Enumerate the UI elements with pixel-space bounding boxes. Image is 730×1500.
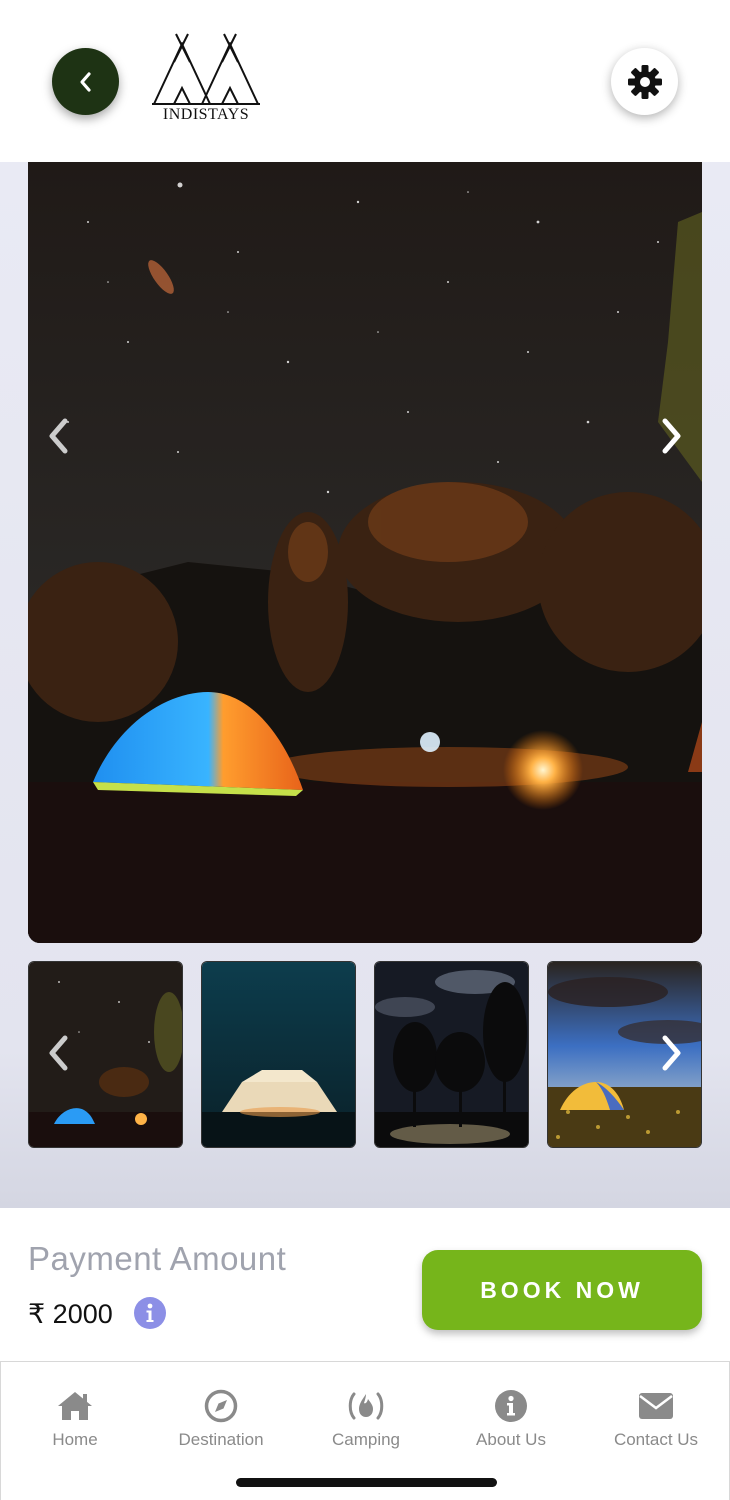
tab-contact-us-label: Contact Us — [613, 1430, 699, 1449]
thumbnail-strip — [28, 961, 702, 1148]
app-header: INDISTAYS — [0, 0, 730, 162]
info-icon — [146, 1303, 154, 1322]
tab-home-label: Home — [52, 1430, 98, 1449]
image-gallery — [0, 162, 730, 1208]
thumbnail-3[interactable] — [374, 961, 529, 1148]
chevron-left-icon — [49, 418, 68, 454]
bottom-tab-bar: Home Destination Camping About Us Contac… — [0, 1361, 730, 1500]
gallery-prev-button[interactable] — [44, 416, 74, 456]
tab-destination-label: Destination — [178, 1430, 264, 1449]
main-photo — [28, 162, 702, 943]
tab-camping[interactable]: Camping — [293, 1362, 439, 1462]
payment-amount: ₹ 2000 — [28, 1299, 113, 1329]
chevron-right-icon — [662, 418, 681, 454]
envelope-icon — [639, 1393, 673, 1419]
gallery-next-button[interactable] — [656, 416, 686, 456]
thumbnail-2[interactable] — [201, 961, 356, 1148]
tab-home[interactable]: Home — [2, 1362, 148, 1462]
indistays-logo: INDISTAYS — [150, 32, 262, 128]
back-button[interactable] — [52, 48, 119, 115]
chevron-left-icon — [49, 1035, 68, 1071]
gear-icon — [627, 64, 662, 99]
thumbnails-next-button[interactable] — [656, 1033, 686, 1073]
tab-contact-us[interactable]: Contact Us — [583, 1362, 729, 1462]
home-icon — [58, 1392, 92, 1420]
payment-title: Payment Amount — [28, 1240, 287, 1277]
info-circle-icon — [495, 1390, 527, 1422]
book-now-button[interactable]: BOOK NOW — [422, 1250, 702, 1330]
campfire-icon — [348, 1392, 384, 1420]
compass-icon — [204, 1389, 238, 1423]
tab-camping-label: Camping — [331, 1430, 401, 1449]
tab-about-us-label: About Us — [476, 1430, 546, 1449]
chevron-left-icon — [79, 71, 91, 92]
settings-button[interactable] — [611, 48, 678, 115]
payment-section: Payment Amount ₹ 2000 BOOK NOW — [0, 1208, 730, 1361]
tab-destination[interactable]: Destination — [148, 1362, 294, 1462]
tent-logo-icon — [152, 33, 260, 105]
home-indicator — [236, 1478, 497, 1487]
chevron-right-icon — [662, 1035, 681, 1071]
tab-about-us[interactable]: About Us — [438, 1362, 584, 1462]
logo-text: INDISTAYS — [162, 106, 250, 123]
thumbnails-prev-button[interactable] — [44, 1033, 74, 1073]
payment-info-button[interactable] — [134, 1297, 166, 1329]
